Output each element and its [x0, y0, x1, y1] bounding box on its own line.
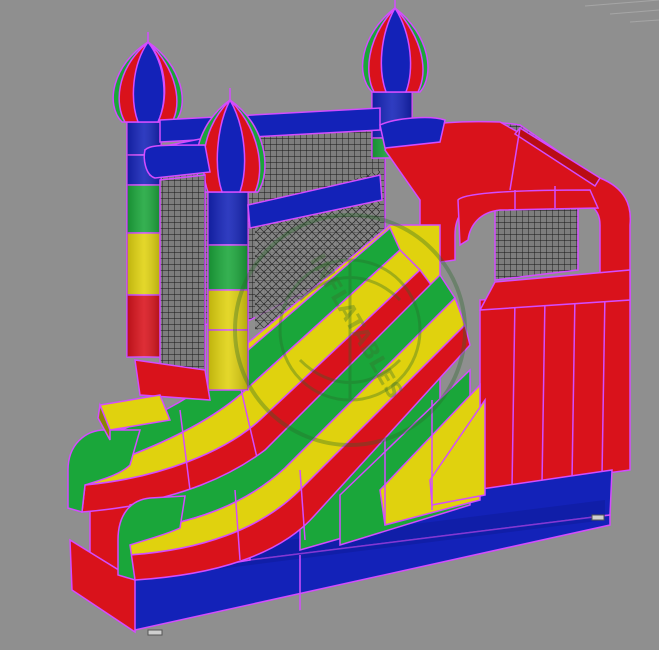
grid-corner-lines: [584, 0, 659, 23]
3d-viewport[interactable]: INFLATABLES: [0, 0, 659, 650]
back-left-onion-dome: [112, 32, 183, 123]
front-left-onion-dome: [195, 88, 266, 193]
back-right-onion-dome: [361, 0, 429, 93]
